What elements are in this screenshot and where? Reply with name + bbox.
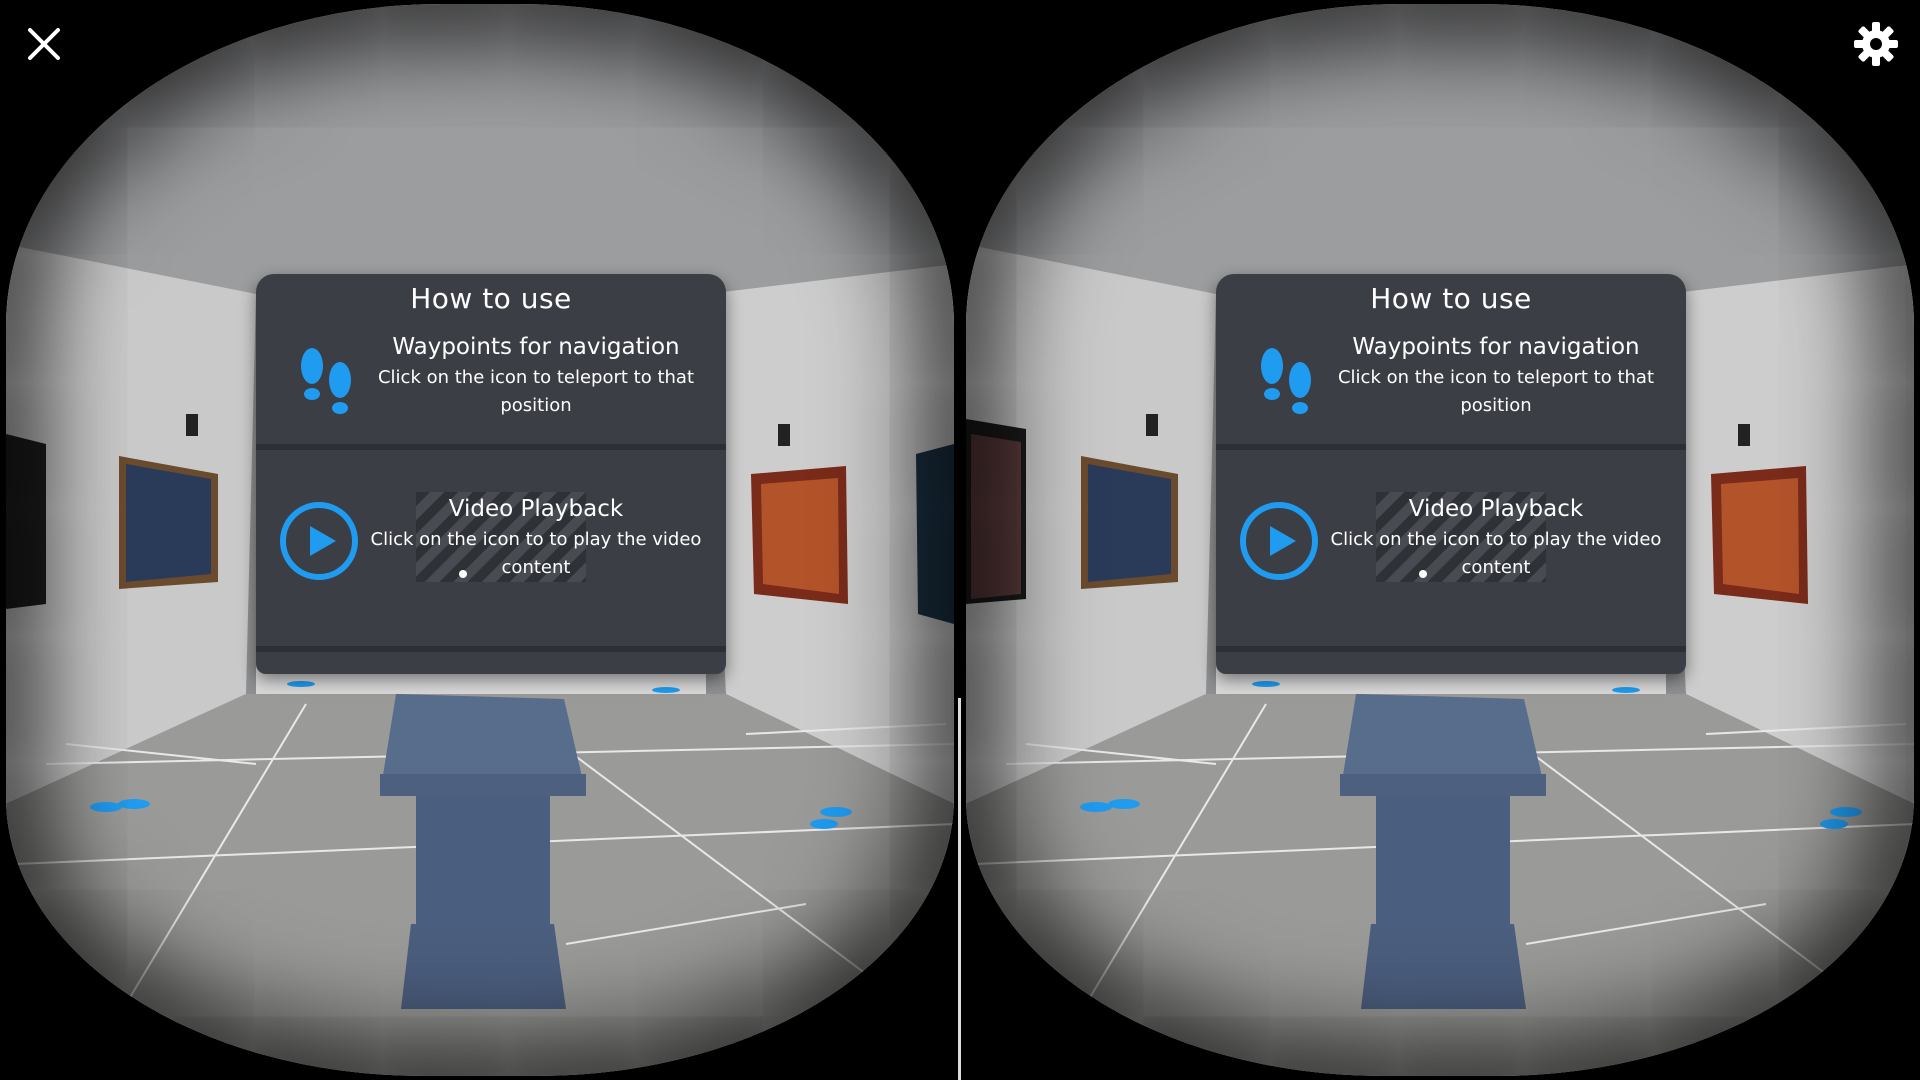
panel-bottom-band <box>256 646 726 652</box>
video-description: Click on the icon to to play the video c… <box>370 529 702 578</box>
right-eye-view: How to use Waypoints for navigation Clic… <box>960 0 1920 1080</box>
panel-divider <box>256 444 726 450</box>
left-eye-view: How to use Waypoints for navigation Clic… <box>0 0 960 1080</box>
close-icon[interactable] <box>24 24 64 64</box>
gaze-reticle <box>459 570 467 578</box>
waypoints-description: Click on the icon to teleport to that po… <box>377 367 695 416</box>
video-heading: Video Playback <box>1408 496 1584 522</box>
video-row: Video Playback Click on the icon to to p… <box>256 494 726 624</box>
play-icon[interactable] <box>278 500 360 582</box>
panel-title: How to use <box>1370 282 1532 315</box>
panel-bottom-band <box>1216 646 1686 652</box>
video-description: Click on the icon to to play the video c… <box>1330 529 1662 578</box>
waypoints-heading: Waypoints for navigation <box>392 334 680 360</box>
panel-divider <box>1216 444 1686 450</box>
video-row: Video Playback Click on the icon to to p… <box>1216 494 1686 624</box>
waypoints-row: Waypoints for navigation Click on the ic… <box>256 334 726 444</box>
waypoints-heading: Waypoints for navigation <box>1352 334 1640 360</box>
footprints-icon[interactable] <box>296 344 358 422</box>
play-icon[interactable] <box>1238 500 1320 582</box>
gear-icon[interactable] <box>1852 20 1900 68</box>
gaze-reticle <box>1419 570 1427 578</box>
waypoints-row: Waypoints for navigation Click on the ic… <box>1216 334 1686 444</box>
waypoints-description: Click on the icon to teleport to that po… <box>1337 367 1655 416</box>
eye-divider-line <box>958 698 961 1080</box>
right-lens: How to use Waypoints for navigation Clic… <box>966 4 1914 1076</box>
footprints-icon[interactable] <box>1256 344 1318 422</box>
left-lens: How to use Waypoints for navigation Clic… <box>6 4 954 1076</box>
panel-title: How to use <box>410 282 572 315</box>
how-to-use-panel: How to use Waypoints for navigation Clic… <box>256 274 726 674</box>
how-to-use-panel: How to use Waypoints for navigation Clic… <box>1216 274 1686 674</box>
video-heading: Video Playback <box>448 496 624 522</box>
